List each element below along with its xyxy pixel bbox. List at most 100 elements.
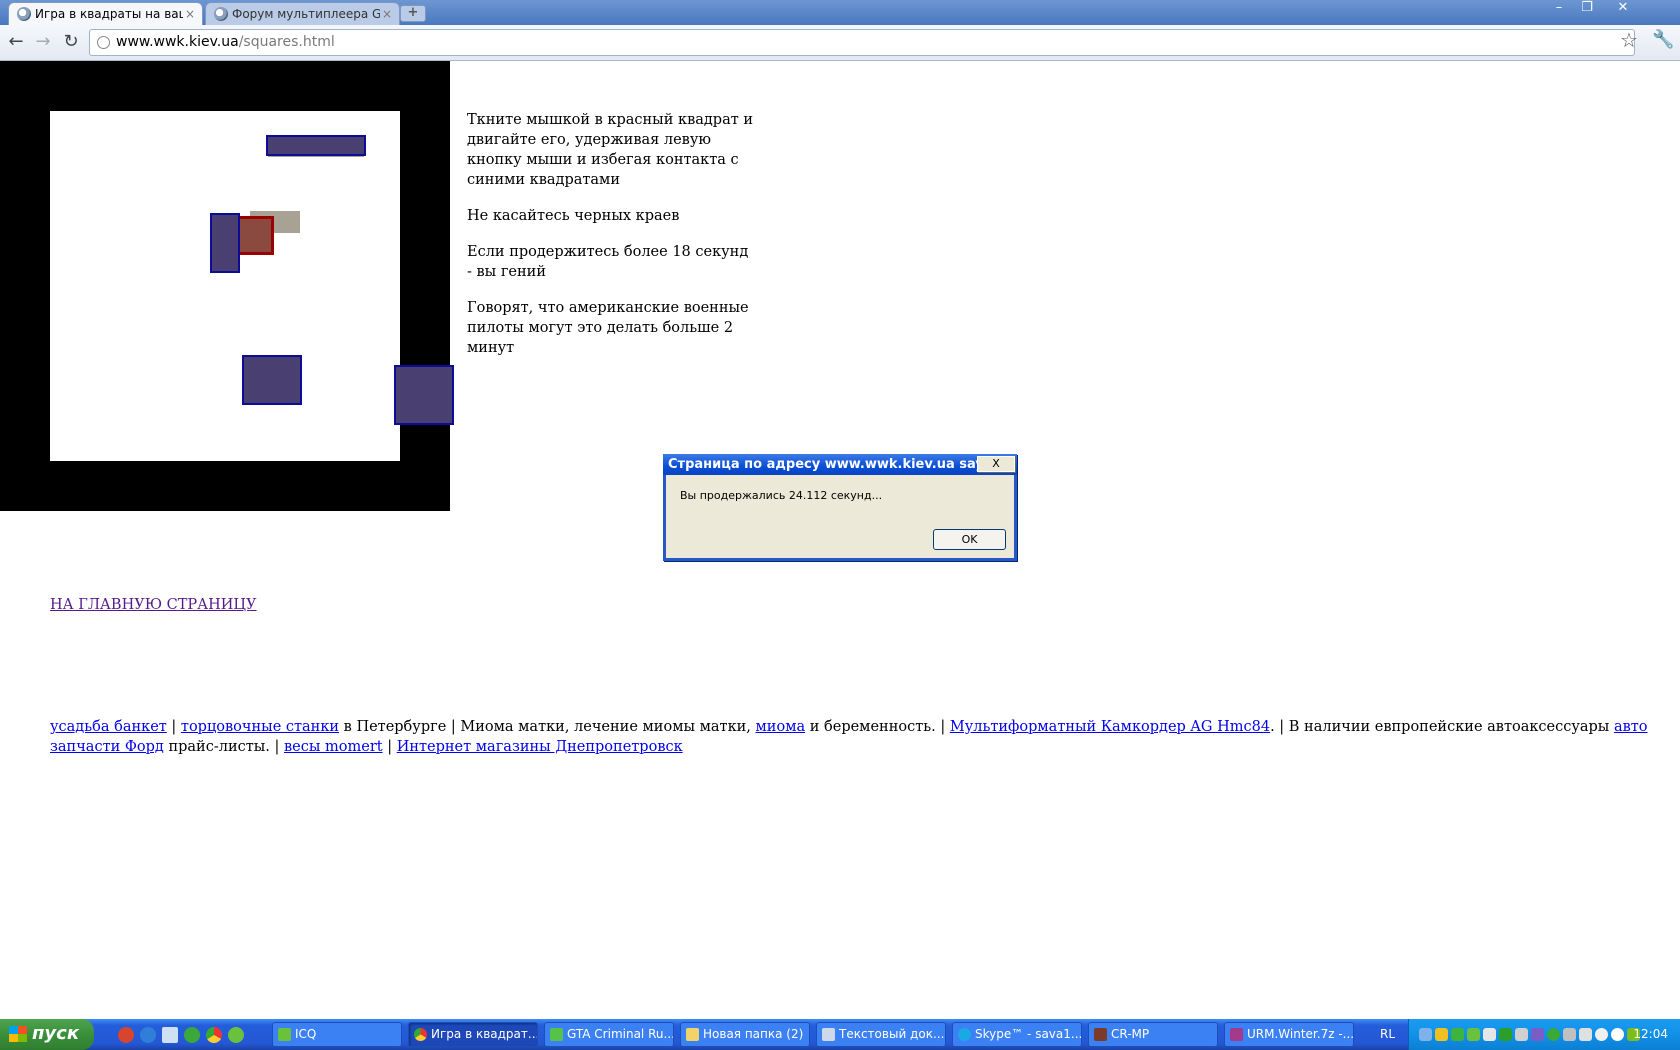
- taskbar-button-crmp[interactable]: CR-MP: [1088, 1022, 1218, 1047]
- dialog-message: Вы продержались 24.112 секунд...: [680, 489, 883, 502]
- taskbar-button-notepad[interactable]: Текстовый док...: [816, 1022, 946, 1047]
- ad-link[interactable]: Мультиформатный Камкордер AG Hmc84: [950, 719, 1270, 735]
- restore-icon[interactable]: ❐: [1574, 0, 1600, 18]
- browser-tab-strip: Игра в квадраты на вашу ре × Форум мульт…: [0, 0, 1680, 25]
- new-tab-button[interactable]: +: [400, 5, 426, 22]
- gta-icon: [550, 1028, 563, 1041]
- task-label: CR-MP: [1111, 1027, 1150, 1041]
- windows-logo-icon: [9, 1026, 27, 1042]
- game-instructions: Ткните мышкой в красный квадрат и двигай…: [467, 110, 757, 374]
- game-field: [50, 111, 400, 461]
- globe-icon: [214, 7, 228, 21]
- page-icon: [97, 36, 110, 49]
- tab-label: Игра в квадраты на вашу ре: [35, 7, 183, 21]
- url-path: /squares.html: [238, 34, 335, 50]
- task-label: Текстовый док...: [839, 1027, 945, 1041]
- address-bar[interactable]: www.wwk.kiev.ua/squares.html: [89, 29, 1635, 56]
- warning-icon[interactable]: [1435, 1028, 1448, 1041]
- show-desktop-icon[interactable]: [162, 1027, 178, 1043]
- ad-link[interactable]: Интернет магазины Днепропетровск: [397, 739, 683, 755]
- ad-link[interactable]: миома: [756, 719, 806, 735]
- reload-icon[interactable]: ↻: [60, 31, 82, 53]
- back-icon[interactable]: ←: [5, 31, 27, 53]
- taskbar-button-icq[interactable]: ICQ: [272, 1022, 402, 1047]
- task-label: Skype™ - sava1...: [975, 1027, 1082, 1041]
- tray-app-icon[interactable]: [1483, 1028, 1496, 1041]
- blue-square: [266, 135, 366, 156]
- volume-icon[interactable]: [1579, 1028, 1592, 1041]
- tab-close-icon[interactable]: ×: [382, 3, 392, 25]
- taskbar-button-gta[interactable]: GTA Criminal Ru...: [544, 1022, 674, 1047]
- ad-text: |: [382, 739, 397, 755]
- tab-squares-game[interactable]: Игра в квадраты на вашу ре ×: [8, 2, 203, 25]
- winrar-icon: [1230, 1028, 1243, 1041]
- utorrent-tray-icon[interactable]: [1547, 1028, 1560, 1041]
- dialog-title: Страница по адресу www.wwk.kiev.ua says:…: [663, 454, 1017, 475]
- tab-close-icon[interactable]: ×: [185, 3, 195, 25]
- dialog-title-text: Страница по адресу www.wwk.kiev.ua says:: [668, 457, 997, 472]
- icq-tray-icon[interactable]: [1467, 1028, 1480, 1041]
- blue-square: [394, 365, 454, 425]
- ad-text: прайс-листы. |: [163, 739, 284, 755]
- browser-toolbar: ← → ↻ www.wwk.kiev.ua/squares.html ☆ 🔧: [0, 25, 1680, 61]
- instruction-text: Если продержитесь более 18 секунд - вы г…: [467, 244, 749, 280]
- dialog-close-button[interactable]: X: [977, 456, 1015, 472]
- instruction-text: Говорят, что американские военные пилоты…: [467, 300, 749, 356]
- instruction-text: Ткните мышкой в красный квадрат и двигай…: [467, 112, 754, 188]
- bookmark-star-icon[interactable]: ☆: [1620, 28, 1638, 52]
- tab-label: Форум мультиплеера GTA Кр: [232, 7, 380, 21]
- ad-link[interactable]: усадьба банкет: [50, 719, 167, 735]
- crmp-icon: [1094, 1028, 1107, 1041]
- taskbar-button-folder[interactable]: Новая папка (2): [680, 1022, 810, 1047]
- tab-gta-forum[interactable]: Форум мультиплеера GTA Кр ×: [205, 2, 400, 25]
- safely-remove-icon[interactable]: [1563, 1028, 1576, 1041]
- utorrent-icon[interactable]: [184, 1027, 200, 1043]
- ad-text: . | В наличии евпропейские автоаксессуар…: [1270, 719, 1614, 735]
- tray-app-icon[interactable]: [1595, 1028, 1608, 1041]
- blue-square: [242, 355, 302, 405]
- taskbar-button-browser[interactable]: Игра в квадрат...: [408, 1022, 538, 1047]
- opera-icon[interactable]: [118, 1027, 134, 1043]
- icq-icon[interactable]: [228, 1027, 244, 1043]
- clock[interactable]: 12:04: [1633, 1027, 1668, 1041]
- chrome-icon: [414, 1028, 427, 1041]
- icq-icon: [278, 1028, 291, 1041]
- taskbar: пуск ICQ Игра в квадрат... GTA Criminal …: [0, 1019, 1680, 1050]
- alert-dialog: Страница по адресу www.wwk.kiev.ua says:…: [663, 454, 1017, 561]
- blue-square: [210, 213, 240, 273]
- h-icon[interactable]: [1451, 1028, 1464, 1041]
- ad-text: в Петербурге | Миома матки, лечение миом…: [339, 719, 756, 735]
- tray-app-icon[interactable]: [1515, 1028, 1528, 1041]
- forward-icon[interactable]: →: [32, 31, 54, 53]
- tray-app-icon[interactable]: [1531, 1028, 1544, 1041]
- task-label: Игра в квадрат...: [431, 1027, 538, 1041]
- taskbar-button-winrar[interactable]: URM.Winter.7z -...: [1224, 1022, 1354, 1047]
- internet-explorer-icon[interactable]: [140, 1027, 156, 1043]
- start-label: пуск: [32, 1023, 80, 1044]
- red-square[interactable]: [236, 216, 274, 255]
- ad-links-block: усадьба банкет | торцовочные станки в Пе…: [50, 717, 1650, 757]
- ad-link[interactable]: торцовочные станки: [181, 719, 339, 735]
- network-icon[interactable]: [1419, 1028, 1432, 1041]
- start-button[interactable]: пуск: [0, 1019, 94, 1050]
- task-label: URM.Winter.7z -...: [1247, 1027, 1354, 1041]
- wrench-icon[interactable]: 🔧: [1652, 29, 1674, 50]
- tray-app-icon[interactable]: [1499, 1028, 1512, 1041]
- chrome-icon[interactable]: [206, 1027, 222, 1043]
- minimize-icon[interactable]: –: [1546, 0, 1572, 18]
- ad-text: и беременность. |: [805, 719, 950, 735]
- game-border: [0, 61, 454, 511]
- task-label: ICQ: [295, 1027, 317, 1041]
- ok-button[interactable]: OK: [933, 529, 1006, 550]
- ad-link[interactable]: весы momert: [284, 739, 383, 755]
- task-label: Новая папка (2): [703, 1027, 804, 1041]
- tray-app-icon[interactable]: [1611, 1028, 1624, 1041]
- text-document-icon: [822, 1028, 835, 1041]
- instruction-text: Не касайтесь черных краев: [467, 208, 680, 224]
- ad-text: |: [166, 719, 181, 735]
- close-window-icon[interactable]: ✕: [1610, 0, 1636, 18]
- folder-icon: [686, 1028, 699, 1041]
- home-page-link[interactable]: НА ГЛАВНУЮ СТРАНИЦУ: [50, 597, 257, 613]
- taskbar-button-skype[interactable]: Skype™ - sava1...: [952, 1022, 1082, 1047]
- language-indicator[interactable]: RL: [1380, 1027, 1395, 1041]
